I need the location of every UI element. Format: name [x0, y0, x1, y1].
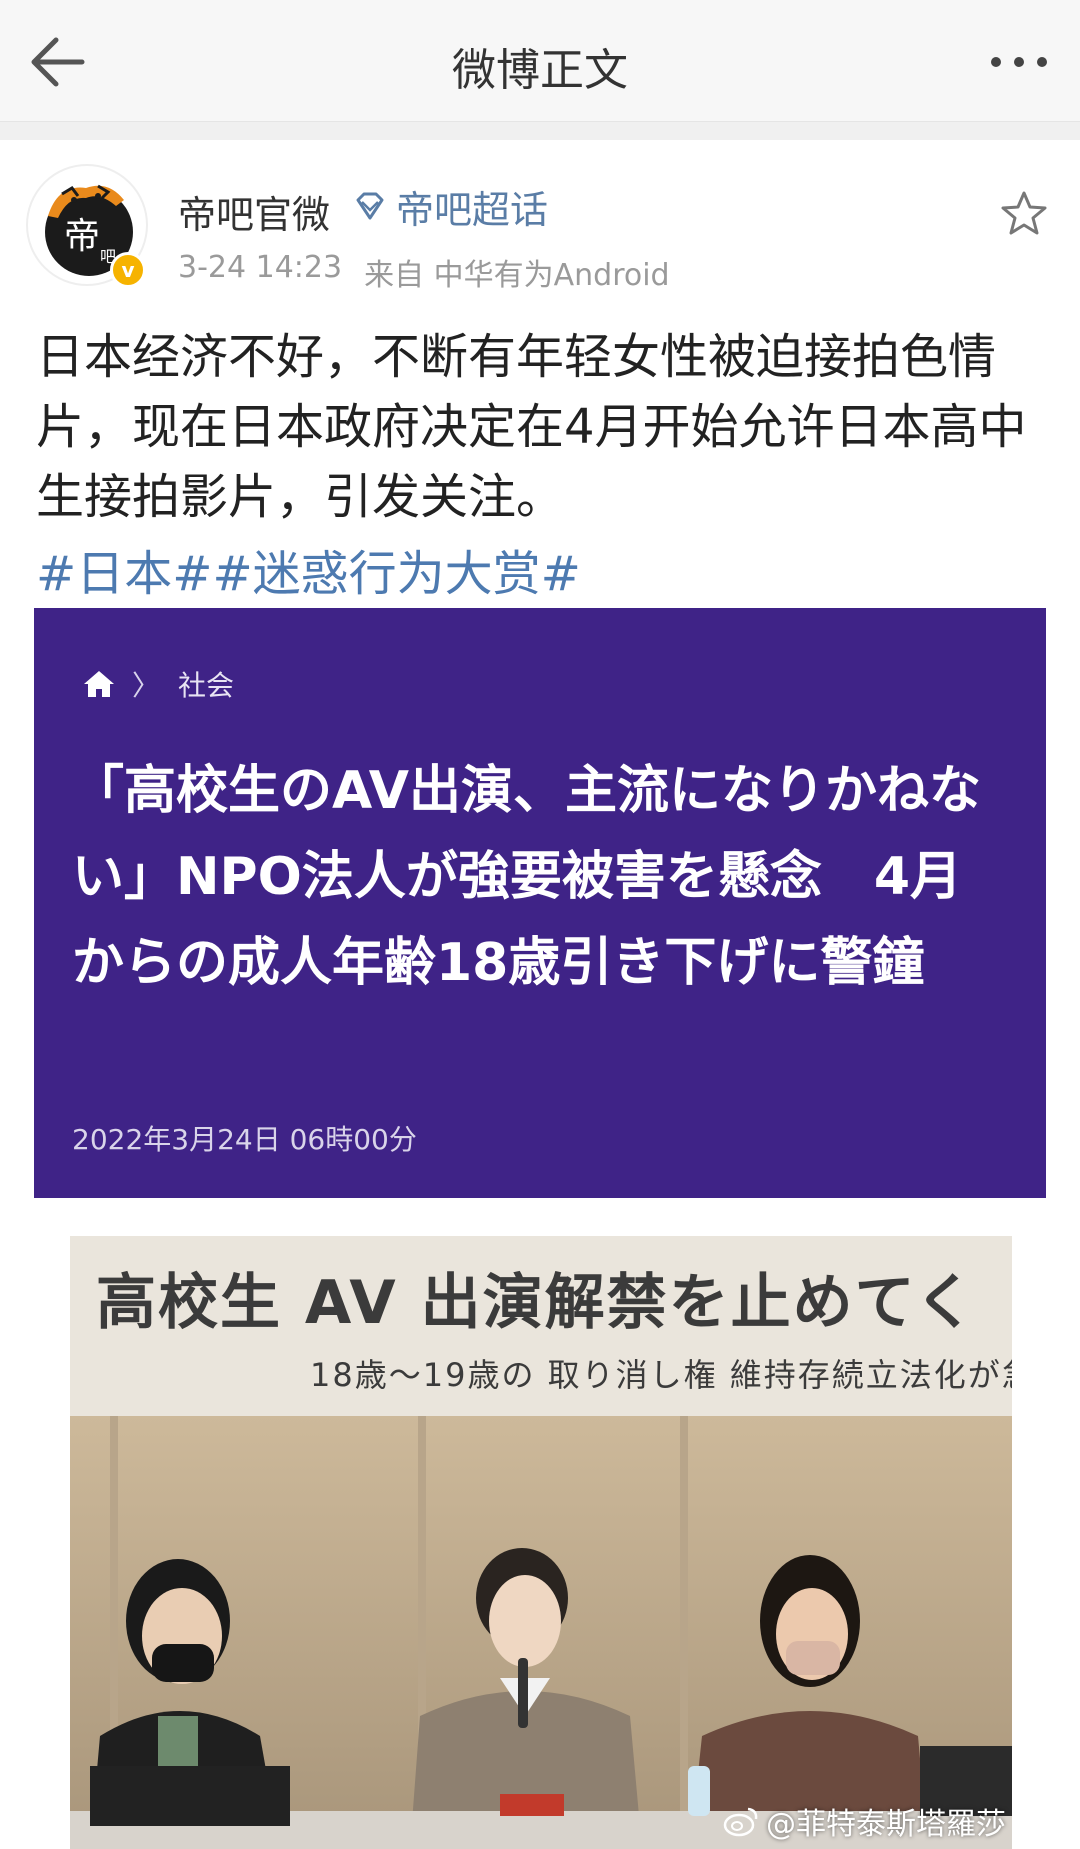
banner-title: 高校生 AV 出演解禁を止めてく — [96, 1268, 977, 1338]
article-image[interactable]: 〉 社会 「高校生のAV出演、主流になりかねない」NPO法人が強要被害を懸念 4… — [34, 608, 1046, 1198]
weibo-watermark: @菲特泰斯塔羅莎 — [722, 1799, 1006, 1843]
verified-badge: v — [110, 252, 146, 288]
weibo-logo-icon — [723, 1807, 758, 1837]
banner-subtitle: 18歳～19歳の 取り消し権 維持存続立法化が急務 — [310, 1356, 1012, 1394]
super-topic-link[interactable]: 帝吧超话 — [352, 184, 548, 232]
breadcrumb-category: 社会 — [178, 669, 235, 702]
more-button[interactable] — [984, 40, 1054, 84]
page-title: 微博正文 — [452, 45, 628, 96]
hashtag-confusing-behavior[interactable]: #迷惑行为大赏# — [212, 534, 580, 604]
more-dots-icon — [991, 57, 1047, 67]
breadcrumb-separator: 〉 — [132, 669, 161, 702]
press-scene-illustration — [70, 1416, 1012, 1849]
diamond-icon — [356, 192, 384, 220]
post-time: 3-24 14:23 — [178, 250, 343, 285]
post-text: 日本经济不好，不断有年轻女性被迫接拍色情片，现在日本政府决定在4月开始允许日本高… — [36, 329, 1027, 525]
post-source: 来自 中华有为Android — [364, 258, 670, 293]
home-icon — [84, 671, 114, 697]
photo-banner: 高校生 AV 出演解禁を止めてく 18歳～19歳の 取り消し権 維持存続立法化が… — [70, 1236, 1012, 1416]
super-topic-label: 帝吧超话 — [396, 187, 549, 232]
press-photo[interactable]: 高校生 AV 出演解禁を止めてく 18歳～19歳の 取り消し権 維持存続立法化が… — [70, 1236, 1012, 1849]
article-date: 2022年3月24日 06時00分 — [72, 1123, 417, 1156]
divider — [0, 122, 1080, 140]
hashtag-list: #日本# #迷惑行为大赏# — [36, 534, 581, 604]
article-title: 「高校生のAV出演、主流になりかねない」NPO法人が強要被害を懸念 4月からの成… — [72, 761, 981, 993]
top-bar: 微博正文 — [0, 0, 1080, 122]
star-icon — [1001, 191, 1047, 235]
watermark-text: @菲特泰斯塔羅莎 — [766, 1807, 1006, 1842]
breadcrumb: 〉 社会 — [82, 664, 234, 704]
avatar-char: 帝 — [64, 216, 100, 257]
favorite-button[interactable] — [998, 188, 1050, 240]
hashtag-japan[interactable]: #日本# — [36, 534, 212, 604]
author-name[interactable]: 帝吧官微 — [178, 184, 330, 239]
post-meta: 3-24 14:23 来自 中华有为Android — [178, 250, 670, 294]
